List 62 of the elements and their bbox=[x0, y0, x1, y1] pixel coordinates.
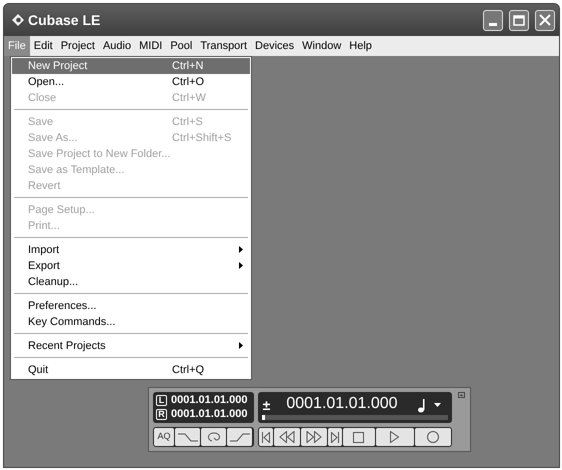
app-logo-icon bbox=[12, 14, 24, 26]
menu-item[interactable]: Key Commands... bbox=[12, 314, 250, 330]
go-to-start-button[interactable] bbox=[258, 428, 273, 446]
shortcut-label: Ctrl+W bbox=[172, 90, 206, 106]
fast-forward-button[interactable] bbox=[300, 428, 327, 446]
skip-start-icon bbox=[262, 432, 270, 443]
quantize-button[interactable]: AQ bbox=[154, 428, 174, 446]
menu-item[interactable]: Recent Projects bbox=[12, 338, 250, 354]
position-time: 0001.01.01.000 bbox=[286, 396, 398, 412]
play-icon bbox=[390, 431, 400, 444]
falling-curve-icon bbox=[178, 432, 198, 442]
menu-bar-item[interactable]: Edit bbox=[30, 36, 57, 56]
stop-icon bbox=[353, 432, 364, 443]
menu-item[interactable]: Export bbox=[12, 258, 250, 274]
play-button[interactable] bbox=[376, 428, 414, 446]
maximize-icon bbox=[513, 14, 525, 26]
stop-button[interactable] bbox=[342, 428, 375, 446]
record-button[interactable] bbox=[414, 428, 452, 446]
minimize-icon bbox=[489, 22, 497, 26]
menu-bar-item[interactable]: Help bbox=[345, 36, 376, 56]
menu-item[interactable]: Cleanup... bbox=[12, 274, 250, 290]
go-to-end-button[interactable] bbox=[328, 428, 342, 446]
menu-item[interactable]: Preferences... bbox=[12, 298, 250, 314]
close-icon bbox=[539, 14, 551, 26]
skip-end-icon bbox=[330, 432, 339, 443]
locator-letter: L bbox=[156, 395, 167, 406]
locator-time: 0001.01.01.000 bbox=[171, 408, 248, 422]
shortcut-label: Ctrl+O bbox=[172, 74, 204, 90]
shortcut-label: Ctrl+Shift+S bbox=[172, 130, 232, 146]
cycle-button[interactable] bbox=[201, 428, 226, 446]
record-icon bbox=[426, 431, 439, 444]
shortcut-label: Ctrl+Q bbox=[172, 362, 204, 378]
menu-bar-item[interactable]: Audio bbox=[98, 36, 136, 56]
menu-bar-item[interactable]: Devices bbox=[251, 36, 298, 56]
locator-time: 0001.01.01.000 bbox=[171, 394, 248, 408]
window-title: Cubase LE bbox=[28, 10, 100, 30]
menu-bar-item[interactable]: Window bbox=[298, 36, 346, 56]
menu-item[interactable]: Import bbox=[12, 242, 250, 258]
rewind-button[interactable] bbox=[274, 428, 300, 446]
fast-forward-icon bbox=[306, 431, 322, 444]
menu-bar-item[interactable]: Transport bbox=[196, 36, 252, 56]
rising-curve-icon bbox=[230, 432, 250, 442]
punch-button[interactable] bbox=[227, 428, 252, 446]
menu-item[interactable]: New Project Ctrl+N bbox=[12, 58, 250, 74]
fade-button[interactable] bbox=[175, 428, 200, 446]
shortcut-label: Ctrl+N bbox=[172, 58, 204, 74]
menu-bar-item[interactable]: Project bbox=[56, 36, 99, 56]
note-icon bbox=[418, 398, 426, 413]
menu-item[interactable]: Quit Ctrl+Q bbox=[12, 362, 250, 378]
nudge-sign: ± bbox=[262, 398, 270, 412]
rewind-icon bbox=[278, 431, 295, 444]
locator-letter: R bbox=[156, 409, 167, 420]
menu-bar-item[interactable]: MIDI bbox=[135, 36, 166, 56]
shortcut-label: Ctrl+S bbox=[172, 114, 203, 130]
panel-toggle-icon bbox=[458, 392, 465, 398]
close-button[interactable] bbox=[535, 10, 555, 30]
menu-bar-item[interactable]: Pool bbox=[166, 36, 196, 56]
maximize-button[interactable] bbox=[509, 10, 529, 30]
dropdown-arrow-icon bbox=[434, 402, 441, 407]
minimize-button[interactable] bbox=[483, 10, 503, 30]
menu-item[interactable]: Open... Ctrl+O bbox=[12, 74, 250, 90]
loop-icon bbox=[206, 432, 222, 442]
